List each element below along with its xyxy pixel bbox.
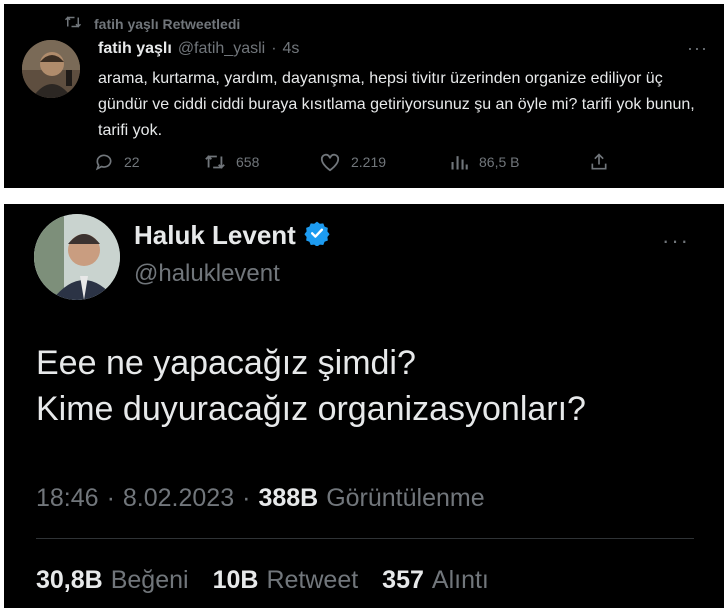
tweet-header: fatih yaşlı @fatih_yasli · 4s: [98, 40, 299, 58]
author-handle[interactable]: @fatih_yasli: [178, 40, 265, 58]
views-count: 86,5 B: [479, 154, 520, 170]
views-button[interactable]: 86,5 B: [449, 152, 589, 172]
views-count: 388B: [258, 484, 319, 512]
likes-label[interactable]: Beğeni: [111, 566, 189, 595]
analytics-icon: [449, 152, 469, 172]
tweet-card-main[interactable]: Haluk Levent @haluklevent ··· Eee ne yap…: [4, 204, 724, 608]
share-button[interactable]: [589, 152, 609, 172]
quotes-count[interactable]: 357: [382, 566, 424, 595]
more-icon[interactable]: ···: [687, 38, 708, 59]
retweet-label[interactable]: fatih yaşlı Retweetledi: [94, 16, 240, 32]
reply-count: 22: [124, 154, 140, 170]
likes-count[interactable]: 30,8B: [36, 566, 103, 595]
retweet-icon: [204, 152, 226, 172]
author-name[interactable]: Haluk Levent: [134, 220, 296, 251]
divider: [36, 538, 694, 539]
tweet-time[interactable]: 4s: [283, 40, 300, 58]
author-name-row: Haluk Levent: [134, 220, 330, 251]
separator: ·: [106, 484, 115, 512]
tweet-date[interactable]: 8.02.2023: [123, 484, 234, 513]
heart-icon: [319, 152, 341, 172]
tweet-time[interactable]: 18:46: [36, 484, 99, 513]
reply-icon: [94, 152, 114, 172]
tweet-meta: 18:46 · 8.02.2023 · 388B Görüntülenme: [36, 484, 485, 513]
retweets-count[interactable]: 10B: [213, 566, 259, 595]
retweet-context: fatih yaşlı Retweetledi: [64, 14, 240, 34]
quotes-label[interactable]: Alıntı: [432, 566, 489, 595]
reply-button[interactable]: 22: [94, 152, 204, 172]
avatar[interactable]: [22, 40, 80, 98]
verified-badge-icon: [304, 220, 330, 251]
tweet-text: arama, kurtarma, yardım, dayanışma, heps…: [98, 70, 695, 139]
separator: ·: [271, 40, 277, 57]
avatar[interactable]: [34, 214, 120, 300]
like-count: 2.219: [351, 154, 387, 170]
share-icon: [589, 152, 609, 172]
tweet-card-retweet[interactable]: fatih yaşlı Retweetledi fatih yaşlı @fat…: [4, 4, 724, 188]
retweet-button[interactable]: 658: [204, 152, 319, 172]
views-label: Görüntülenme: [326, 484, 485, 512]
tweet-actions: 22 658 2.219 86,5 B: [94, 152, 624, 172]
tweet-stats: 30,8B Beğeni 10B Retweet 357 Alıntı: [36, 566, 489, 595]
retweets-label[interactable]: Retweet: [266, 566, 358, 595]
tweet-text: Eee ne yapacağız şimdi? Kime duyuracağız…: [36, 340, 586, 432]
tweet-text-line: Kime duyuracağız organizasyonları?: [36, 390, 586, 428]
separator: ·: [242, 484, 251, 512]
author-name[interactable]: fatih yaşlı: [98, 40, 172, 58]
retweet-count: 658: [236, 154, 260, 170]
author-handle[interactable]: @haluklevent: [134, 260, 280, 288]
like-button[interactable]: 2.219: [319, 152, 449, 172]
retweet-icon: [64, 14, 82, 35]
more-icon[interactable]: ···: [662, 228, 690, 254]
tweet-text-line: Eee ne yapacağız şimdi?: [36, 344, 416, 382]
